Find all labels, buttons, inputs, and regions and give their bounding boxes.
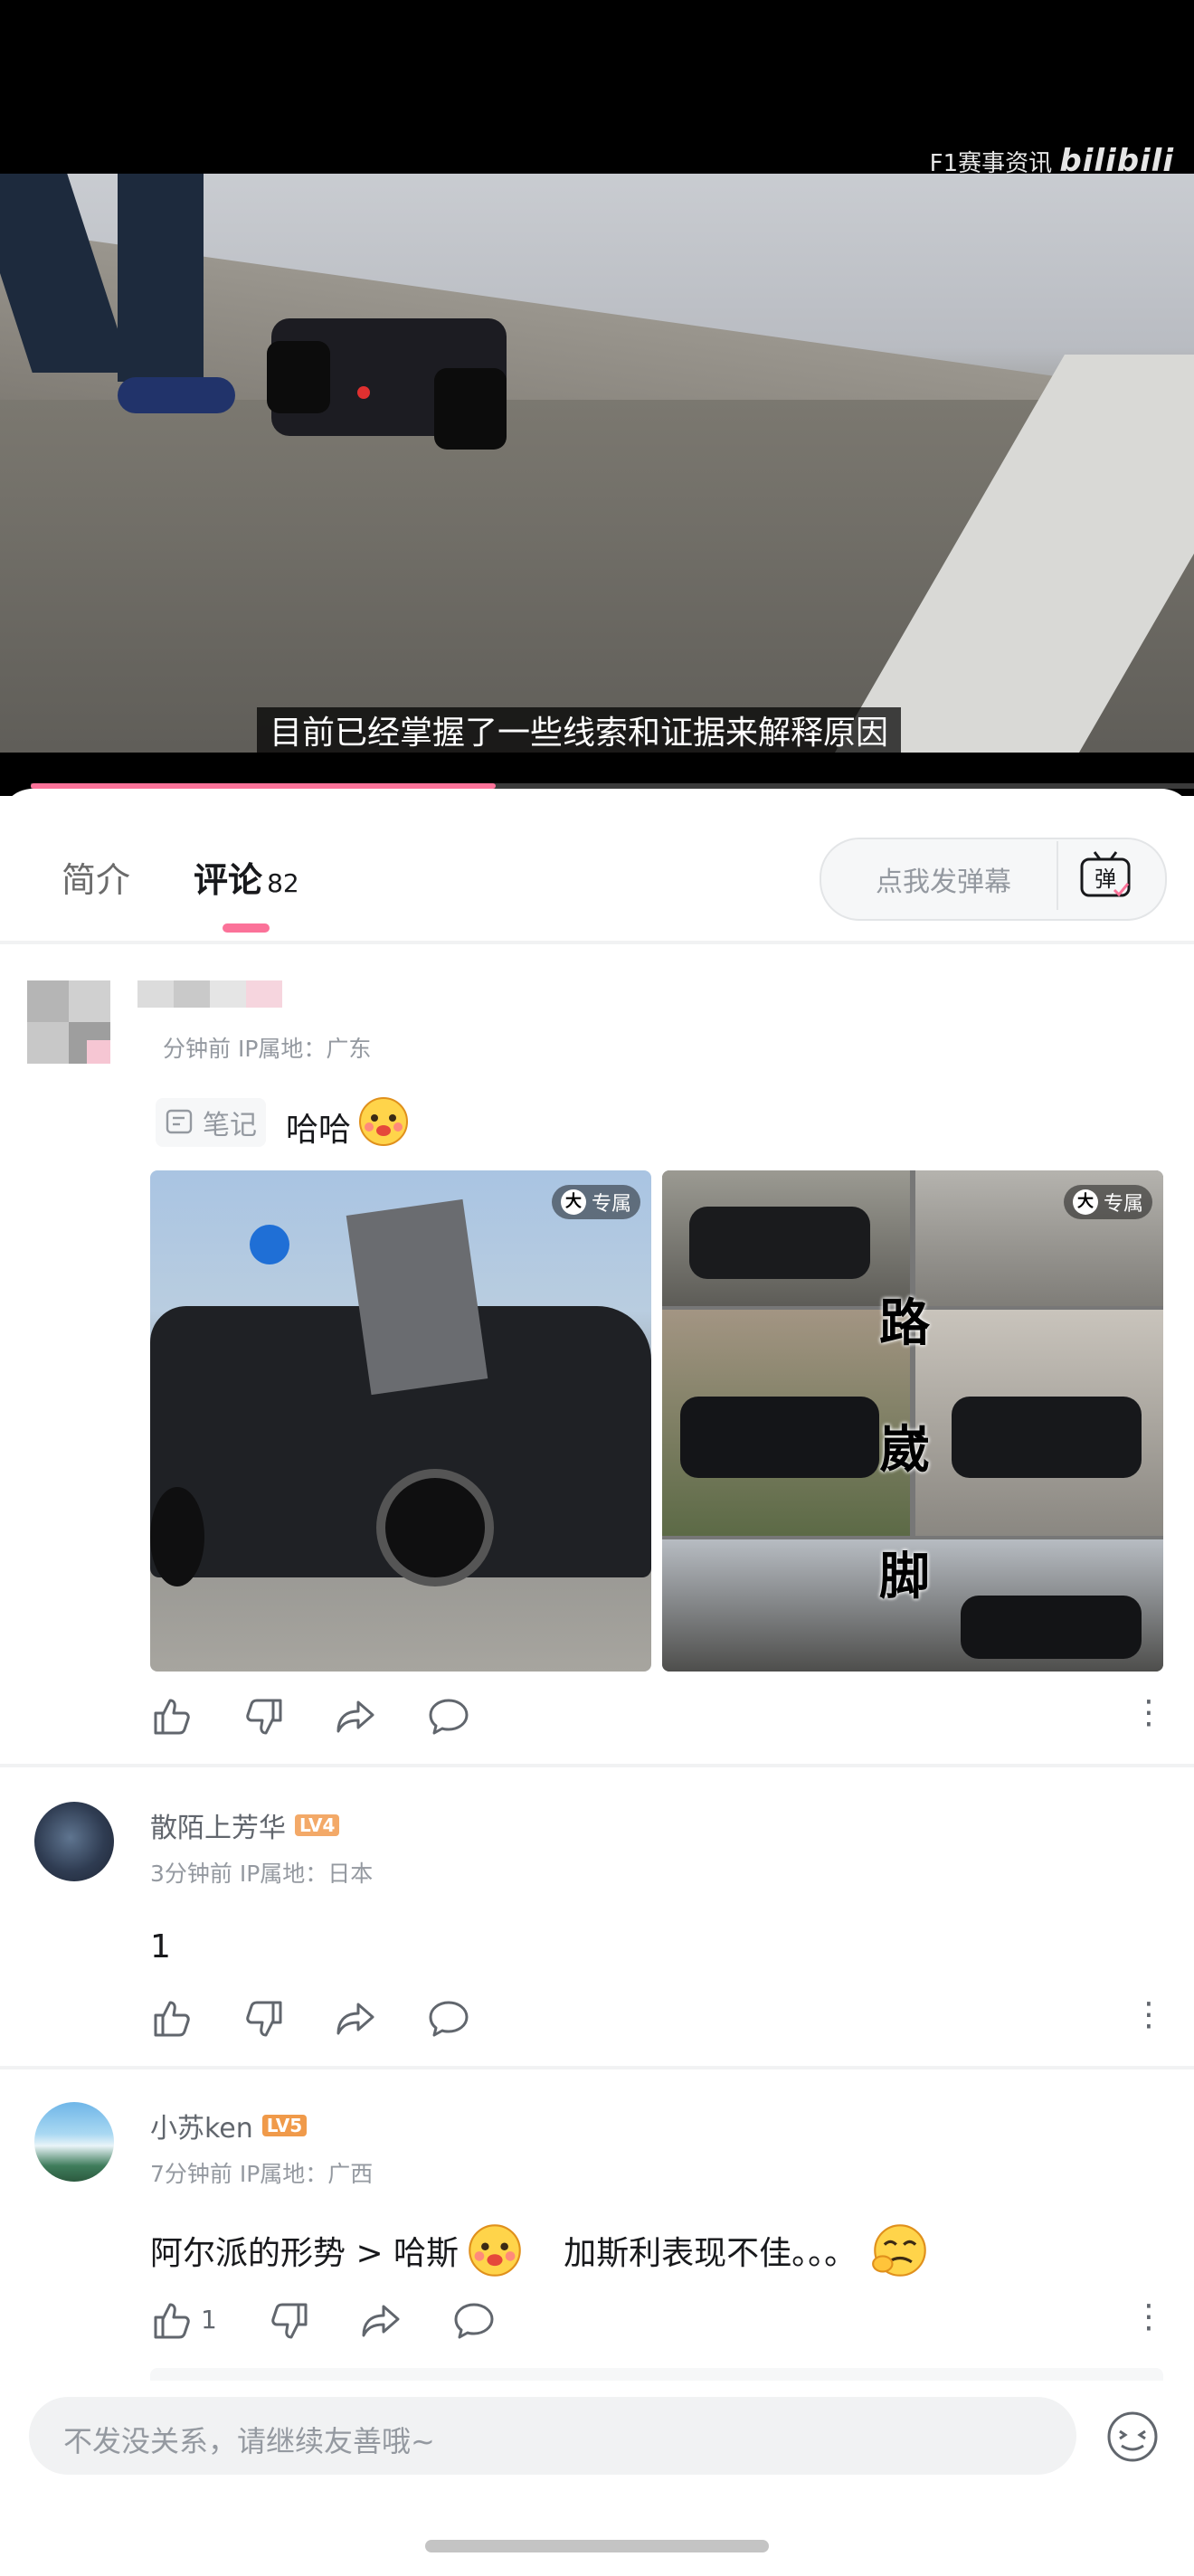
- divider: [0, 941, 1194, 944]
- like-icon[interactable]: [150, 2299, 194, 2343]
- avatar[interactable]: [27, 980, 110, 1064]
- big-member-icon: 大: [560, 1189, 586, 1215]
- username[interactable]: 小苏ken: [150, 2106, 253, 2145]
- danmaku-icon[interactable]: 弹: [1078, 848, 1132, 903]
- like-icon[interactable]: [150, 1997, 194, 2041]
- emoji-icon: [872, 2224, 926, 2277]
- like-count: 1: [201, 2305, 217, 2334]
- dislike-icon[interactable]: [268, 2299, 311, 2343]
- comment-text: 阿尔派的形势 > 哈斯: [150, 2235, 460, 2272]
- tab-comments[interactable]: 评论: [194, 860, 262, 900]
- note-tag-label: 笔记: [203, 1110, 257, 1141]
- comment-text: 哈哈: [286, 1112, 352, 1149]
- video-watermark: F1赛事资讯 bilibili: [930, 143, 1174, 179]
- comments-count: 82: [267, 868, 299, 898]
- comment-body: 阿尔派的形势 > 哈斯 加斯利表现不佳。。。: [150, 2221, 929, 2279]
- collage-char: 路: [879, 1294, 930, 1353]
- share-icon[interactable]: [335, 1997, 378, 2041]
- video-subtitle: 目前已经掌握了一些线索和证据来解释原因: [257, 707, 902, 760]
- avatar[interactable]: [34, 1802, 114, 1881]
- comment-image-1[interactable]: 大 专属: [150, 1170, 651, 1672]
- more-icon[interactable]: ⋮: [1132, 1999, 1165, 2031]
- emoji-icon: [359, 1097, 408, 1146]
- username[interactable]: 散陌上芳华: [150, 1805, 286, 1845]
- big-member-icon: 大: [1072, 1189, 1098, 1215]
- comment-text: 加斯利表现不佳。。。: [564, 2235, 858, 2272]
- divider: [0, 1764, 1194, 1767]
- note-icon: [166, 1109, 193, 1134]
- username-pixelated[interactable]: [137, 980, 291, 1008]
- reply-icon[interactable]: [452, 2299, 496, 2343]
- image-badge: 专属: [1103, 1193, 1143, 1216]
- share-icon[interactable]: [360, 2299, 403, 2343]
- image-badge: 专属: [591, 1193, 631, 1216]
- username-row: 小苏ken LV5: [150, 2106, 308, 2145]
- watermark-text: F1赛事资讯: [929, 150, 1053, 177]
- comment-input-placeholder: 不发没关系，请继续友善哦~: [63, 2424, 435, 2458]
- reply-icon[interactable]: [427, 1997, 470, 2041]
- video-player[interactable]: F1赛事资讯 bilibili 目前已经掌握了一些线索和证据来解释原因: [0, 0, 1194, 796]
- collage-char: 脚: [879, 1548, 930, 1606]
- comment-image-2[interactable]: 路 崴 脚 大 专属: [662, 1170, 1163, 1672]
- more-icon[interactable]: ⋮: [1132, 2301, 1165, 2334]
- reply-preview-edge: [150, 2368, 1163, 2381]
- dislike-icon[interactable]: [242, 1997, 286, 2041]
- dislike-icon[interactable]: [242, 1695, 286, 1738]
- tab-intro[interactable]: 简介: [62, 852, 130, 902]
- level-badge: LV5: [261, 2115, 308, 2136]
- emoji-icon[interactable]: [1105, 2410, 1160, 2464]
- reply-icon[interactable]: [427, 1695, 470, 1738]
- username-row: 散陌上芳华 LV4: [150, 1805, 340, 1845]
- level-badge: LV4: [295, 1814, 340, 1836]
- emoji-icon: [469, 2224, 521, 2277]
- share-icon[interactable]: [335, 1695, 378, 1738]
- avatar[interactable]: [34, 2102, 114, 2182]
- note-tag[interactable]: 笔记: [156, 1098, 266, 1147]
- comment-text: 1: [150, 1928, 171, 1965]
- video-frame: [0, 174, 1194, 753]
- divider: [0, 2066, 1194, 2069]
- like-icon[interactable]: [150, 1695, 194, 1738]
- bilibili-logo: bilibili: [1059, 143, 1174, 179]
- home-indicator[interactable]: [425, 2540, 769, 2552]
- comment-meta: 分钟前 IP属地：广东: [163, 1036, 372, 1062]
- svg-text:弹: 弹: [1094, 867, 1116, 892]
- collage-char: 崴: [879, 1421, 930, 1480]
- tab-indicator: [223, 923, 270, 933]
- more-icon[interactable]: ⋮: [1132, 1697, 1165, 1729]
- comment-meta: 3分钟前 IP属地：日本: [150, 1861, 374, 1887]
- danmaku-placeholder: 点我发弹幕: [876, 867, 1011, 898]
- danmaku-divider: [1057, 841, 1058, 910]
- tab-comments-wrap[interactable]: 评论 82: [194, 852, 299, 902]
- comment-meta: 7分钟前 IP属地：广西: [150, 2161, 374, 2187]
